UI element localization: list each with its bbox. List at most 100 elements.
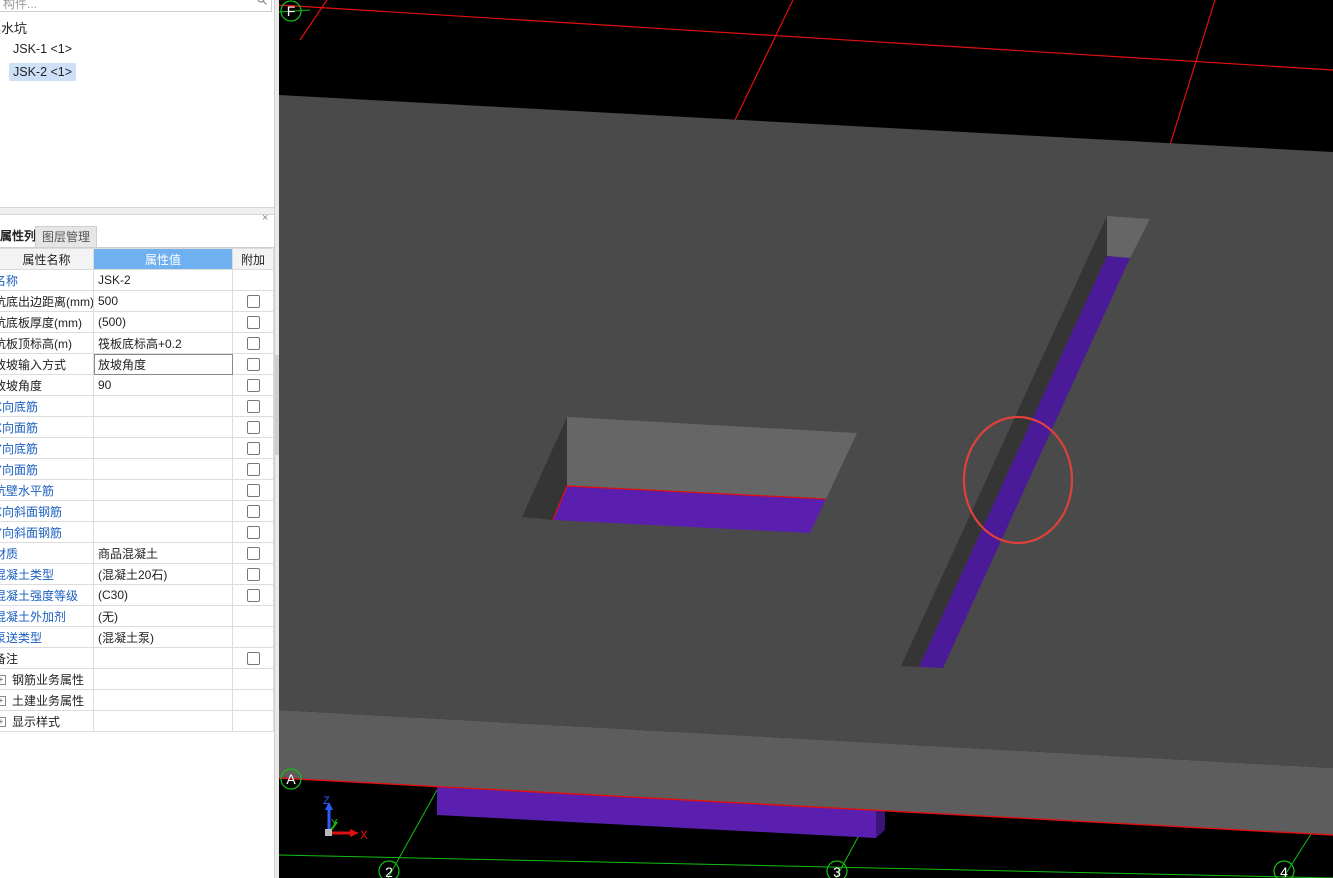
property-extra-cell [232,521,274,543]
axis-bubble-4: 4 [1273,860,1295,878]
property-row[interactable]: X向面筋 [0,416,274,438]
property-value[interactable] [93,479,233,501]
property-value[interactable]: 500 [93,290,233,312]
property-name: 放坡输入方式 [0,353,94,375]
property-value[interactable] [93,458,233,480]
property-value[interactable] [93,647,233,669]
tree-item-jsk-1[interactable]: JSK-1 <1> [9,40,76,58]
svg-text:A: A [286,771,296,787]
property-name: X向面筋 [0,416,94,438]
property-group[interactable]: + 土建业务属性 [0,689,94,711]
property-value[interactable] [93,437,233,459]
property-extra-cell [232,458,274,480]
property-name: Y向斜面钢筋 [0,521,94,543]
attach-checkbox[interactable] [246,295,260,309]
property-value[interactable]: (500) [93,311,233,333]
property-row[interactable]: 坑壁水平筋 [0,479,274,501]
property-row[interactable]: 混凝土外加剂 (无) [0,605,274,627]
property-row[interactable]: 坑底出边距离(mm) 500 [0,290,274,312]
3d-scene[interactable]: F A 2 3 4 Z X Y [279,0,1333,878]
svg-text:Y: Y [331,818,338,829]
attach-checkbox[interactable] [246,442,260,456]
property-row[interactable]: 名称JSK-2 [0,269,274,291]
property-value[interactable]: (混凝土泵) [93,626,233,648]
property-value [93,689,233,711]
attach-checkbox[interactable] [246,337,260,351]
axis-bubble-3: 3 [826,860,848,878]
property-row[interactable]: 混凝土类型 (混凝土20石) [0,563,274,585]
property-group-row[interactable]: + 钢筋业务属性 [0,668,274,690]
axis-bubble-2: 2 [378,860,400,878]
attach-checkbox[interactable] [246,463,260,477]
expand-icon[interactable]: + [0,717,6,728]
property-row[interactable]: Y向斜面钢筋 [0,521,274,543]
table-header-row: 属性名称 属性值 附加 [0,248,274,270]
property-value[interactable]: 商品混凝土 [93,542,233,564]
attach-checkbox[interactable] [246,379,260,393]
svg-text:3: 3 [833,864,841,878]
attach-checkbox[interactable] [246,358,260,372]
expand-icon[interactable]: + [0,675,6,686]
property-name: 坑底出边距离(mm) [0,290,94,312]
property-group[interactable]: + 显示样式 [0,710,94,732]
property-row[interactable]: X向斜面钢筋 [0,500,274,522]
grid-line-red [1169,0,1216,146]
attach-checkbox[interactable] [246,652,260,666]
property-extra-cell [232,311,274,333]
expand-icon[interactable]: + [0,696,6,707]
tree-root-sump-pit[interactable]: 集水坑 [0,18,27,37]
property-group[interactable]: + 钢筋业务属性 [0,668,94,690]
property-name: 混凝土外加剂 [0,605,94,627]
grid-line-green [387,789,438,878]
panel-tabs: 属性列表 图层管理 [0,226,274,248]
property-name: 备注 [0,647,94,669]
property-group-row[interactable]: + 显示样式 [0,710,274,732]
property-value[interactable]: 放坡角度 [93,353,233,375]
property-extra-cell [232,647,274,669]
attach-checkbox[interactable] [246,400,260,414]
property-value[interactable] [93,395,233,417]
property-row[interactable]: 材质商品混凝土 [0,542,274,564]
property-value[interactable]: (C30) [93,584,233,606]
attach-checkbox[interactable] [246,547,260,561]
3d-viewport[interactable]: F A 2 3 4 Z X Y [279,0,1333,878]
property-row[interactable]: 放坡输入方式 放坡角度 [0,353,274,375]
property-row[interactable]: Y向底筋 [0,437,274,459]
property-value[interactable]: 90 [93,374,233,396]
property-row[interactable]: 备注 [0,647,274,669]
property-extra-cell [232,542,274,564]
attach-checkbox[interactable] [246,316,260,330]
property-row[interactable]: 坑板顶标高(m) 筏板底标高+0.2 [0,332,274,354]
property-value[interactable]: (混凝土20石) [93,563,233,585]
property-row[interactable]: 泵送类型(混凝土泵) [0,626,274,648]
property-row[interactable]: 坑底板厚度(mm) (500) [0,311,274,333]
tab-layer-management[interactable]: 图层管理 [35,226,98,247]
search-icon[interactable] [257,0,267,5]
attach-checkbox[interactable] [246,589,260,603]
attach-checkbox[interactable] [246,526,260,540]
property-value[interactable]: JSK-2 [93,269,233,291]
property-extra-cell [232,479,274,501]
property-value[interactable]: (无) [93,605,233,627]
property-row[interactable]: 放坡角度90 [0,374,274,396]
tree-item-jsk-2[interactable]: JSK-2 <1> [9,63,77,81]
property-name: Y向底筋 [0,437,94,459]
property-row[interactable]: Y向面筋 [0,458,274,480]
property-group-row[interactable]: + 土建业务属性 [0,689,274,711]
panel-divider[interactable] [0,207,274,215]
close-icon[interactable]: × [262,212,268,224]
property-name: 坑底板厚度(mm) [0,311,94,333]
property-value[interactable]: 筏板底标高+0.2 [93,332,233,354]
property-row[interactable]: 混凝土强度等级 (C30) [0,584,274,606]
attach-checkbox[interactable] [246,568,260,582]
component-search-field[interactable]: 构件... [0,0,272,12]
property-name: 坑壁水平筋 [0,479,94,501]
attach-checkbox[interactable] [246,421,260,435]
grid-line-red [734,0,794,121]
property-value[interactable] [93,521,233,543]
attach-checkbox[interactable] [246,484,260,498]
property-value[interactable] [93,500,233,522]
property-value[interactable] [93,416,233,438]
property-row[interactable]: X向底筋 [0,395,274,417]
attach-checkbox[interactable] [246,505,260,519]
